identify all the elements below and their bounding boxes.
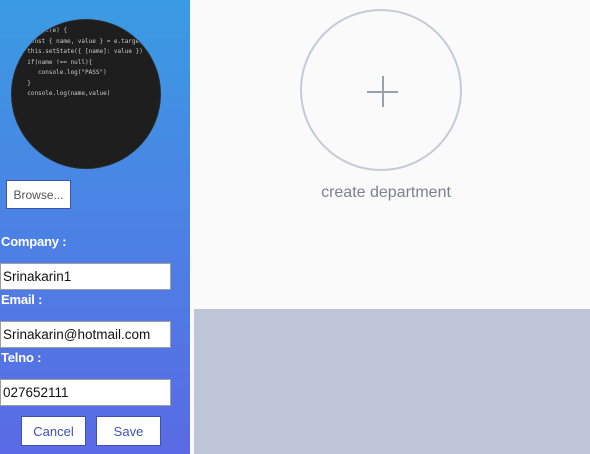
browse-button[interactable]: Browse... [6,180,71,209]
profile-avatar: onChange(e) { const { name, value } = e.… [11,19,161,169]
telno-field[interactable]: 027652111 [0,379,171,406]
cancel-button[interactable]: Cancel [21,416,86,446]
create-department-label[interactable]: create department [300,184,472,202]
plus-icon-vertical [382,76,384,107]
email-field[interactable]: Srinakarin@hotmail.com [0,321,171,348]
company-field[interactable]: Srinakarin1 [0,263,171,290]
avatar-code-image: onChange(e) { const { name, value } = e.… [20,27,143,97]
save-button[interactable]: Save [96,416,161,446]
telno-label: Telno : [1,350,42,365]
sidebar: onChange(e) { const { name, value } = e.… [0,0,190,454]
create-department-button[interactable] [300,9,462,171]
bottom-panel [194,309,590,454]
email-label: Email : [1,292,43,307]
company-label: Company : [1,234,67,249]
